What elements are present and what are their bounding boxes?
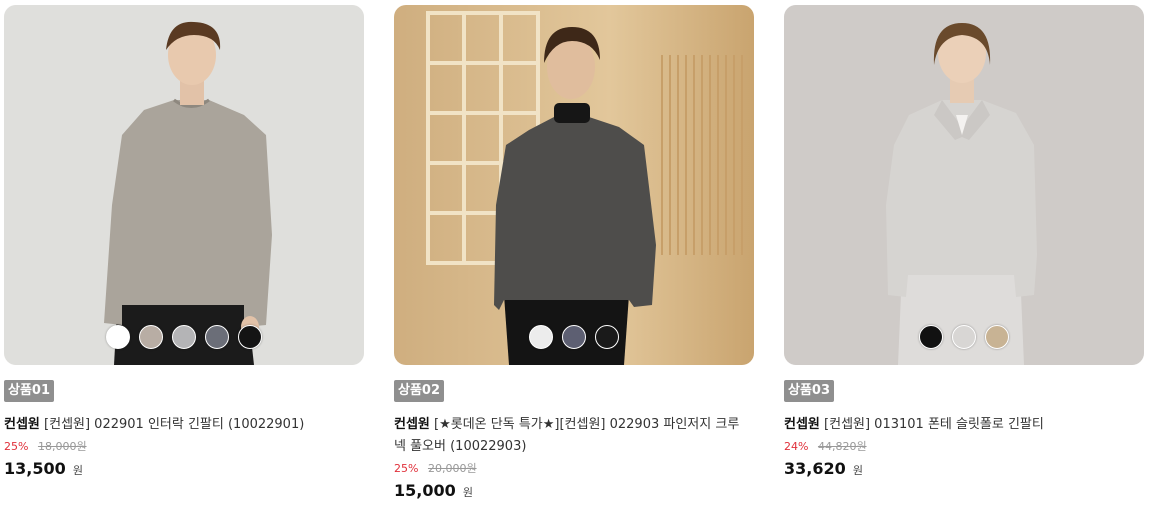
price-row: 15,000 원 [394,481,754,503]
color-swatch[interactable] [595,325,619,349]
product-photo-illustration [394,5,754,365]
product-photo-illustration [784,5,1144,365]
product-title[interactable]: 컨셉원 [컨셉원] 022901 인터락 긴팔티 (10022901) [4,414,356,436]
color-swatch[interactable] [985,325,1009,349]
original-price: 20,000원 [427,462,477,475]
color-swatch[interactable] [172,325,196,349]
brand-name: 컨셉원 [784,417,820,432]
product-card[interactable]: 상품01 컨셉원 [컨셉원] 022901 인터락 긴팔티 (10022901)… [4,0,364,481]
product-number-badge: 상품02 [394,380,445,402]
color-swatch[interactable] [139,325,163,349]
product-card[interactable]: 상품03 컨셉원 [컨셉원] 013101 폰테 슬릿폴로 긴팔티 24% 44… [784,0,1144,481]
discount-rate: 25% [394,462,419,475]
brand-name: 컨셉원 [394,417,430,432]
original-price: 44,820원 [817,440,867,453]
product-photo-illustration [4,5,364,365]
brand-name: 컨셉원 [4,417,40,432]
color-swatches [394,325,754,349]
color-swatches [4,325,364,349]
currency-unit: 원 [72,464,83,477]
sale-price: 15,000 [394,481,456,500]
product-name: [★롯데온 단독 특가★][컨셉원] 022903 파인저지 크루넥 풀오버 (… [394,417,740,454]
product-name: [컨셉원] 022901 인터락 긴팔티 (10022901) [44,417,305,432]
product-number-badge: 상품01 [4,380,55,402]
color-swatch[interactable] [106,325,130,349]
product-number-badge: 상품03 [784,380,835,402]
original-price: 18,000원 [37,440,87,453]
price-row: 13,500 원 [4,459,364,481]
color-swatch[interactable] [562,325,586,349]
discount-rate: 25% [4,440,29,453]
sale-price: 33,620 [784,459,846,478]
color-swatch[interactable] [238,325,262,349]
product-image[interactable] [394,5,754,365]
product-image[interactable] [784,5,1144,365]
color-swatch[interactable] [952,325,976,349]
sale-price: 13,500 [4,459,66,478]
currency-unit: 원 [462,486,473,499]
discount-rate: 24% [784,440,809,453]
discount-row: 25% 18,000원 [4,440,364,454]
product-image[interactable] [4,5,364,365]
currency-unit: 원 [852,464,863,477]
price-row: 33,620 원 [784,459,1144,481]
color-swatches [784,325,1144,349]
color-swatch[interactable] [919,325,943,349]
product-title[interactable]: 컨셉원 [★롯데온 단독 특가★][컨셉원] 022903 파인저지 크루넥 풀… [394,414,746,458]
discount-row: 24% 44,820원 [784,440,1144,454]
product-name: [컨셉원] 013101 폰테 슬릿폴로 긴팔티 [824,417,1044,432]
color-swatch[interactable] [529,325,553,349]
product-card[interactable]: 상품02 컨셉원 [★롯데온 단독 특가★][컨셉원] 022903 파인저지 … [394,0,754,503]
product-title[interactable]: 컨셉원 [컨셉원] 013101 폰테 슬릿폴로 긴팔티 [784,414,1136,436]
discount-row: 25% 20,000원 [394,462,754,476]
color-swatch[interactable] [205,325,229,349]
